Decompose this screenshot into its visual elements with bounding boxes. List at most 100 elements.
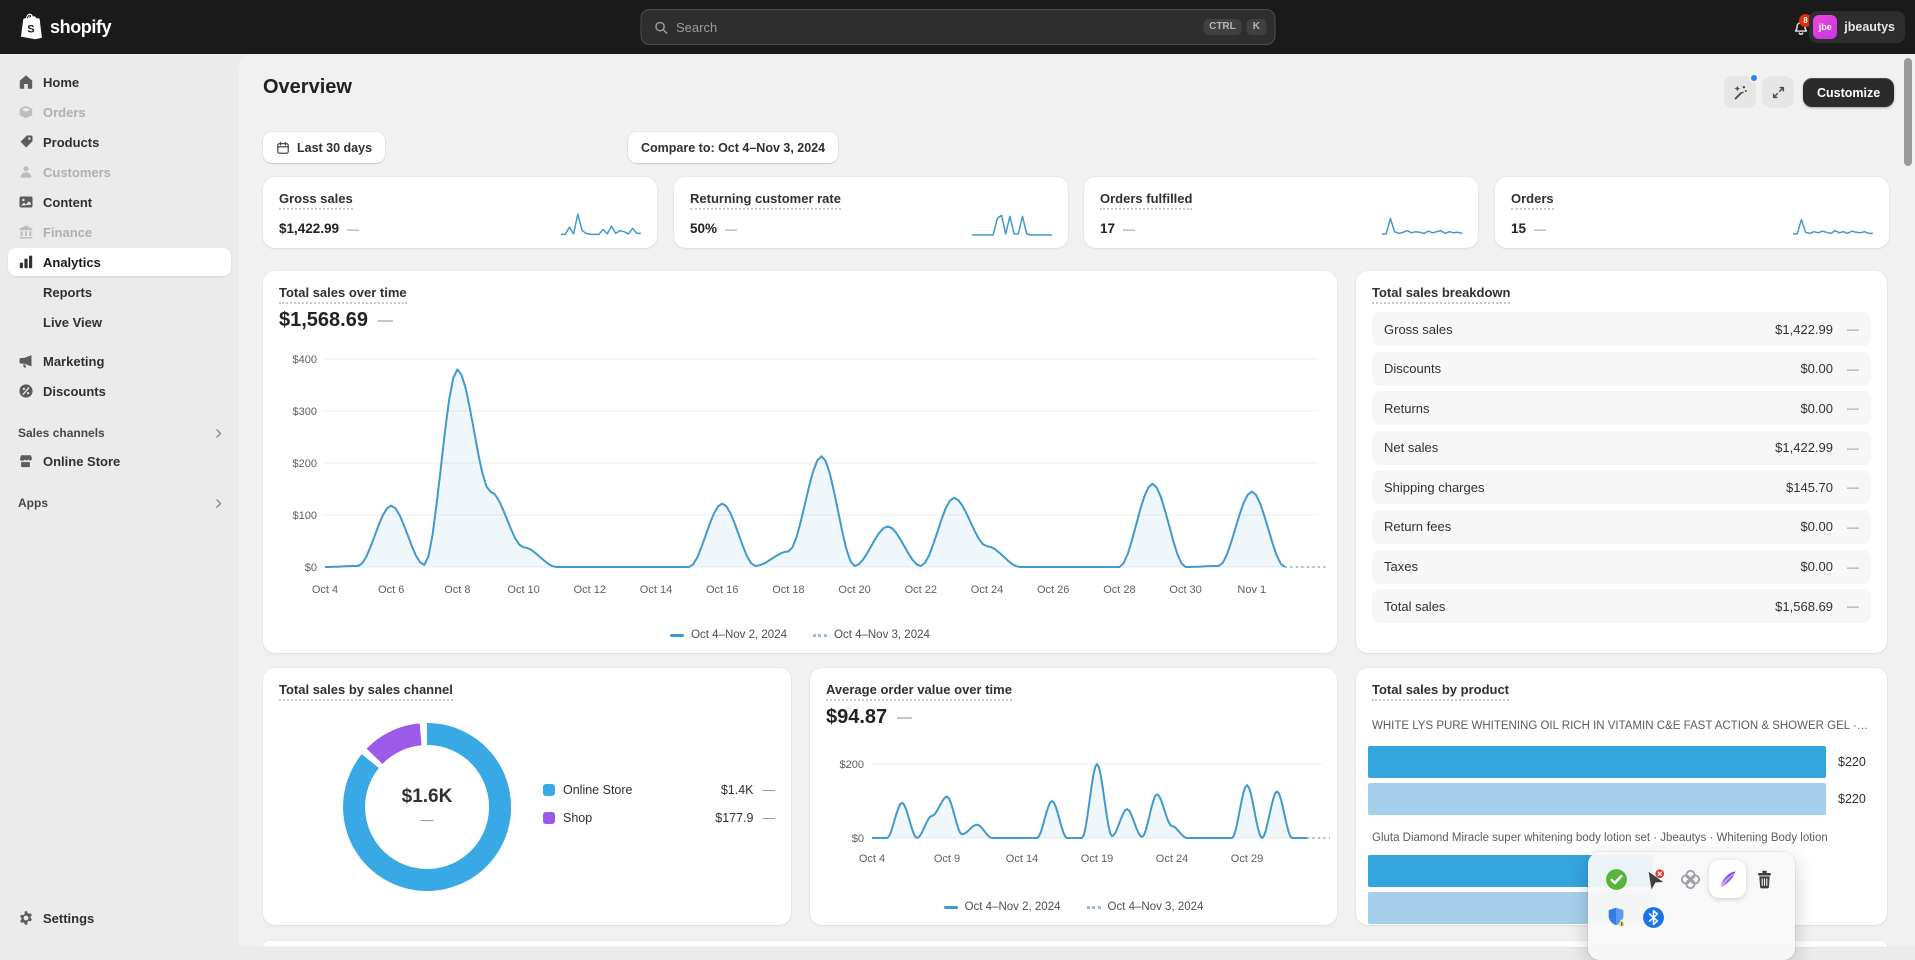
sidebar-item-analytics[interactable]: Analytics bbox=[8, 248, 231, 276]
metric-title: Gross sales bbox=[279, 191, 353, 206]
feather-extension-icon[interactable] bbox=[1709, 860, 1746, 898]
metric-title: Orders bbox=[1511, 191, 1554, 206]
row-label: Net sales bbox=[1384, 440, 1775, 455]
row-value: $1,568.69 bbox=[1775, 599, 1833, 614]
user-menu[interactable]: jbe jbeautys bbox=[1809, 11, 1905, 43]
extension-tray-overlay bbox=[1588, 852, 1795, 960]
sidebar-item-home[interactable]: Home bbox=[8, 68, 231, 96]
trash-extension-icon[interactable] bbox=[1746, 860, 1783, 898]
home-icon bbox=[18, 74, 34, 90]
shopify-bag-icon: S bbox=[18, 13, 43, 41]
sidebar-item-customers: Customers bbox=[8, 158, 231, 186]
navigation-blocked-extension-icon[interactable] bbox=[1635, 860, 1672, 898]
total-sales-breakdown-card: Total sales breakdown Gross sales$1,422.… bbox=[1356, 271, 1887, 653]
breakdown-row-taxes: Taxes$0.00— bbox=[1372, 550, 1871, 584]
svg-text:$300: $300 bbox=[293, 406, 317, 418]
legend-item-solid: Oct 4–Nov 2, 2024 bbox=[944, 901, 1061, 913]
channel-label: Shop bbox=[563, 811, 707, 825]
sidebar-item-settings[interactable]: Settings bbox=[8, 904, 231, 932]
row-value: $0.00 bbox=[1800, 559, 1833, 574]
customers-icon bbox=[18, 164, 34, 180]
svg-text:Oct 9: Oct 9 bbox=[934, 853, 960, 865]
sidebar-item-orders: Orders bbox=[8, 98, 231, 126]
apps-label: Apps bbox=[18, 496, 48, 510]
svg-text:$0: $0 bbox=[305, 562, 317, 574]
sidebar-item-label: Reports bbox=[43, 285, 92, 300]
metric-value: 50%— bbox=[690, 221, 737, 236]
marketing-icon bbox=[18, 353, 34, 369]
sidebar-item-reports[interactable]: Reports bbox=[8, 278, 231, 306]
metric-value: 15— bbox=[1511, 221, 1546, 236]
finance-icon bbox=[18, 224, 34, 240]
search-input[interactable]: Search CTRL K bbox=[640, 9, 1275, 45]
svg-text:Oct 20: Oct 20 bbox=[838, 584, 870, 596]
clover-extension-icon[interactable] bbox=[1672, 860, 1709, 898]
magic-insights-button[interactable] bbox=[1724, 76, 1756, 108]
product-bar-compare[interactable] bbox=[1368, 783, 1826, 815]
metric-title: Orders fulfilled bbox=[1100, 191, 1192, 206]
sidebar-item-live-view[interactable]: Live View bbox=[8, 308, 231, 336]
sidebar-section-sales-channels[interactable]: Sales channels bbox=[0, 421, 239, 445]
svg-text:Oct 19: Oct 19 bbox=[1081, 853, 1113, 865]
card-title: Total sales by sales channel bbox=[279, 682, 453, 697]
row-value: $0.00 bbox=[1800, 519, 1833, 534]
svg-text:$0: $0 bbox=[852, 833, 864, 845]
sidebar-item-products[interactable]: Products bbox=[8, 128, 231, 156]
breakdown-row-discounts: Discounts$0.00— bbox=[1372, 352, 1871, 386]
metric-sparkline bbox=[1791, 210, 1875, 238]
bar-value-label: $220 bbox=[1838, 746, 1866, 778]
expand-icon bbox=[1771, 85, 1786, 100]
legend-swatch bbox=[944, 906, 958, 909]
new-indicator-dot bbox=[1749, 73, 1759, 83]
product-bar-current[interactable] bbox=[1368, 746, 1826, 778]
metric-sparkline bbox=[1380, 210, 1464, 238]
orders-icon bbox=[18, 104, 34, 120]
sidebar-section-apps[interactable]: Apps bbox=[0, 491, 239, 515]
sidebar-item-marketing[interactable]: Marketing bbox=[8, 347, 231, 375]
channel-value: $177.9— bbox=[715, 811, 775, 825]
main-content: Overview Customize Last 30 days Compare … bbox=[239, 54, 1915, 946]
breakdown-rows: Gross sales$1,422.99—Discounts$0.00—Retu… bbox=[1372, 312, 1871, 629]
metric-card-gross-sales: Gross sales$1,422.99— bbox=[263, 177, 657, 248]
sidebar-item-content[interactable]: Content bbox=[8, 188, 231, 216]
bar-value-label: $220 bbox=[1838, 783, 1866, 815]
sidebar-item-finance: Finance bbox=[8, 218, 231, 246]
breakdown-row-shipping-charges: Shipping charges$145.70— bbox=[1372, 470, 1871, 504]
bluetooth-extension-icon[interactable] bbox=[1635, 898, 1672, 936]
brand-wordmark: shopify bbox=[50, 17, 111, 38]
sidebar-item-label: Finance bbox=[43, 225, 92, 240]
row-label: Returns bbox=[1384, 401, 1800, 416]
legend-item-dotted: Oct 4–Nov 3, 2024 bbox=[813, 629, 930, 641]
svg-text:Oct 4: Oct 4 bbox=[312, 584, 338, 596]
legend-item-solid: Oct 4–Nov 2, 2024 bbox=[670, 629, 787, 641]
breakdown-row-return-fees: Return fees$0.00— bbox=[1372, 510, 1871, 544]
sidebar: HomeOrders Products CustomersContent Financ… bbox=[0, 54, 239, 946]
svg-text:$400: $400 bbox=[293, 354, 317, 366]
customize-button[interactable]: Customize bbox=[1803, 78, 1894, 107]
fullscreen-button[interactable] bbox=[1762, 76, 1794, 108]
product-name: WHITE LYS PURE WHITENING OIL RICH IN VIT… bbox=[1372, 720, 1871, 732]
svg-text:$200: $200 bbox=[840, 759, 864, 771]
shield-warning-extension-icon[interactable] bbox=[1598, 898, 1635, 936]
sidebar-item-discounts[interactable]: Discounts bbox=[8, 377, 231, 405]
row-label: Return fees bbox=[1384, 519, 1800, 534]
sidebar-item-online-store[interactable]: Online Store bbox=[8, 447, 231, 475]
donut-legend: Online Store$1.4K—Shop$177.9— bbox=[543, 776, 775, 832]
green-check-extension-icon[interactable] bbox=[1598, 860, 1635, 898]
sparkles-icon bbox=[1732, 84, 1749, 101]
search-icon bbox=[653, 20, 668, 35]
legend-swatch bbox=[813, 634, 827, 637]
sidebar-item-label: Online Store bbox=[43, 454, 120, 469]
date-range-button[interactable]: Last 30 days bbox=[263, 132, 385, 163]
compare-to-button[interactable]: Compare to: Oct 4–Nov 3, 2024 bbox=[628, 132, 838, 163]
row-value: $0.00 bbox=[1800, 401, 1833, 416]
scrollbar-thumb[interactable] bbox=[1904, 58, 1912, 166]
legend-swatch bbox=[670, 634, 684, 637]
shopify-logo[interactable]: S shopify bbox=[18, 13, 111, 41]
sidebar-item-label: Products bbox=[43, 135, 99, 150]
metric-title: Returning customer rate bbox=[690, 191, 841, 206]
metric-value: 17— bbox=[1100, 221, 1135, 236]
svg-text:Oct 10: Oct 10 bbox=[507, 584, 539, 596]
chevron-right-icon bbox=[212, 427, 225, 440]
metric-card-returning-customer-rate: Returning customer rate 50%— bbox=[674, 177, 1068, 248]
